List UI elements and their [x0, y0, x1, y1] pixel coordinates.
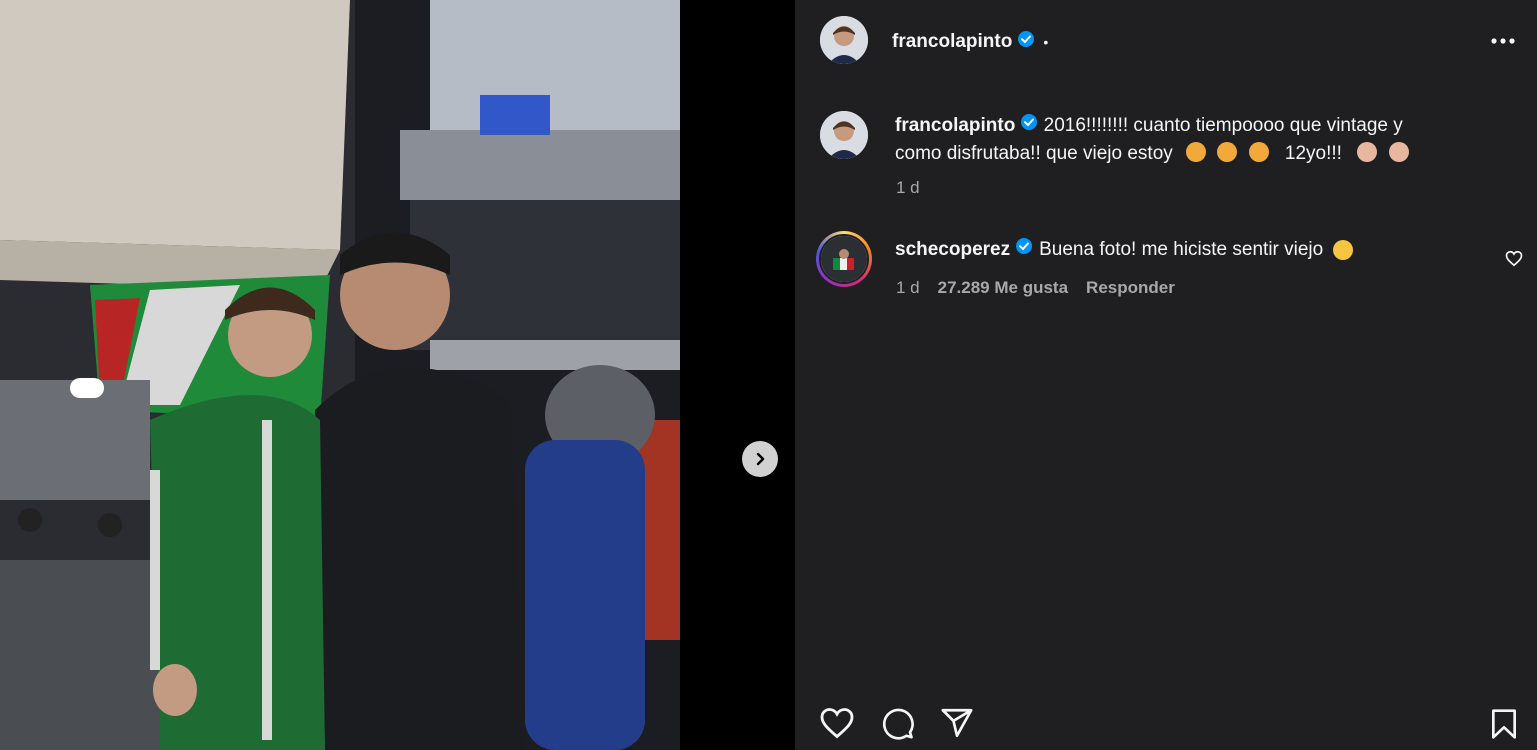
save-button[interactable] — [1490, 708, 1518, 745]
caption-line-1: 2016!!!!!!!! cuanto tiempoooo que vintag… — [1043, 115, 1403, 137]
comment-body: schecoperez Buena foto! me hiciste senti… — [895, 236, 1356, 264]
comment-username[interactable]: schecoperez — [895, 236, 1010, 264]
reply-button[interactable]: Responder — [1086, 278, 1175, 298]
post-header: francolapinto • — [795, 0, 1537, 82]
avatar-image — [820, 16, 868, 64]
comment-author-avatar[interactable] — [819, 234, 869, 284]
author-username[interactable]: francolapinto — [892, 31, 1012, 53]
share-icon — [941, 708, 973, 738]
more-options-button[interactable] — [1490, 30, 1516, 57]
verified-badge-icon — [1015, 236, 1033, 264]
heart-icon — [820, 708, 854, 739]
comment-likes[interactable]: 27.289 Me gusta — [938, 278, 1068, 298]
caption-username[interactable]: francolapinto — [895, 115, 1015, 136]
comment-button[interactable] — [881, 706, 915, 745]
persevering-face-icon — [1186, 142, 1207, 163]
share-button[interactable] — [940, 706, 974, 745]
like-button[interactable] — [819, 706, 855, 745]
more-horizontal-icon — [1491, 38, 1515, 44]
verified-badge-icon — [1017, 30, 1035, 53]
persevering-face-icon — [1217, 142, 1238, 163]
comment-time: 1 d — [896, 278, 920, 297]
laughing-face-icon — [1333, 240, 1354, 260]
bookmark-icon — [1492, 709, 1516, 739]
comment-like-button[interactable] — [1505, 250, 1523, 272]
post-photo[interactable] — [0, 0, 680, 750]
next-image-button[interactable] — [742, 441, 778, 477]
post-sidebar: francolapinto • francolapinto 2016!!!!!!… — [795, 0, 1537, 750]
separator-dot: • — [1043, 33, 1049, 50]
caption-text-block: francolapinto 2016!!!!!!!! cuanto tiempo… — [895, 112, 1495, 168]
persevering-face-icon — [1248, 142, 1269, 163]
caption-line-2a: como disfrutaba!! que viejo estoy — [895, 143, 1173, 165]
media-pane — [0, 0, 795, 750]
older-person-icon — [1357, 142, 1378, 163]
heart-icon — [1505, 250, 1523, 267]
comment-icon — [882, 708, 914, 740]
caption-line-2b: 12yo!!! — [1284, 143, 1342, 165]
verified-badge-icon — [1020, 112, 1038, 140]
older-person-icon — [1388, 142, 1409, 163]
chevron-right-icon — [756, 452, 765, 466]
caption-author-avatar[interactable] — [820, 111, 868, 159]
avatar-image — [820, 111, 868, 159]
caption-time: 1 d — [896, 178, 920, 197]
comment-meta: 1 d 27.289 Me gusta Responder — [896, 278, 1175, 298]
comment-text: Buena foto! me hiciste sentir viejo — [1039, 239, 1324, 260]
avatar-image — [821, 236, 867, 282]
author-avatar[interactable] — [820, 16, 868, 64]
post-photo-illustration — [0, 0, 680, 750]
